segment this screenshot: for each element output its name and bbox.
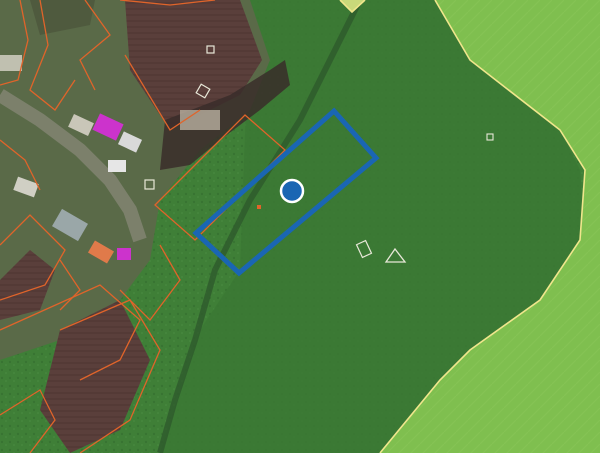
point-marker[interactable] — [257, 205, 261, 209]
building — [0, 55, 22, 71]
satellite-map[interactable] — [0, 0, 600, 453]
location-pin[interactable] — [279, 178, 305, 204]
building — [108, 160, 126, 172]
building-roof-magenta — [117, 248, 131, 260]
map-view[interactable] — [0, 0, 600, 453]
